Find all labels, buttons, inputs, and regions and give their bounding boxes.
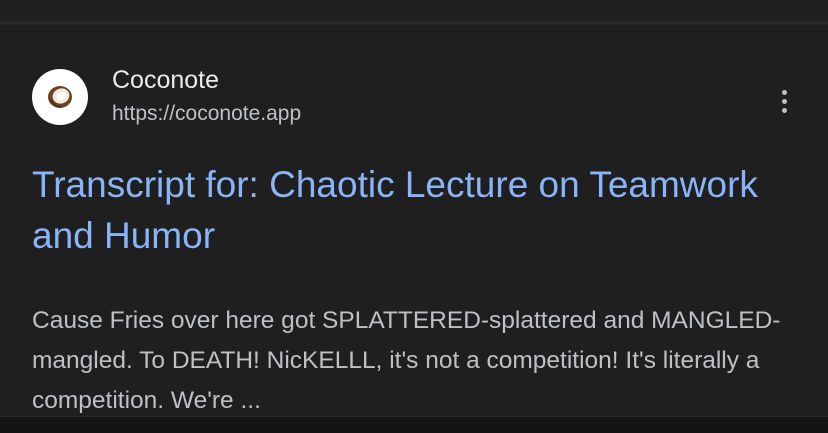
more-vert-icon[interactable] <box>768 81 800 121</box>
result-snippet: Cause Fries over here got SPLATTERED-spl… <box>32 307 781 414</box>
search-result-card: Coconote https://coconote.app Transcript… <box>0 24 828 417</box>
previous-result-edge <box>0 0 828 24</box>
more-dot <box>781 107 787 113</box>
site-name: Coconote <box>112 66 220 94</box>
site-info[interactable]: Coconote https://coconote.app <box>32 65 812 129</box>
more-dot <box>781 98 787 104</box>
result-title-link[interactable]: Transcript for: Chaotic Lecture on Teamw… <box>32 159 792 261</box>
more-dot <box>781 89 787 95</box>
site-url: https://coconote.app <box>112 102 302 125</box>
next-result-edge <box>0 416 828 433</box>
coconut-icon <box>32 69 88 125</box>
